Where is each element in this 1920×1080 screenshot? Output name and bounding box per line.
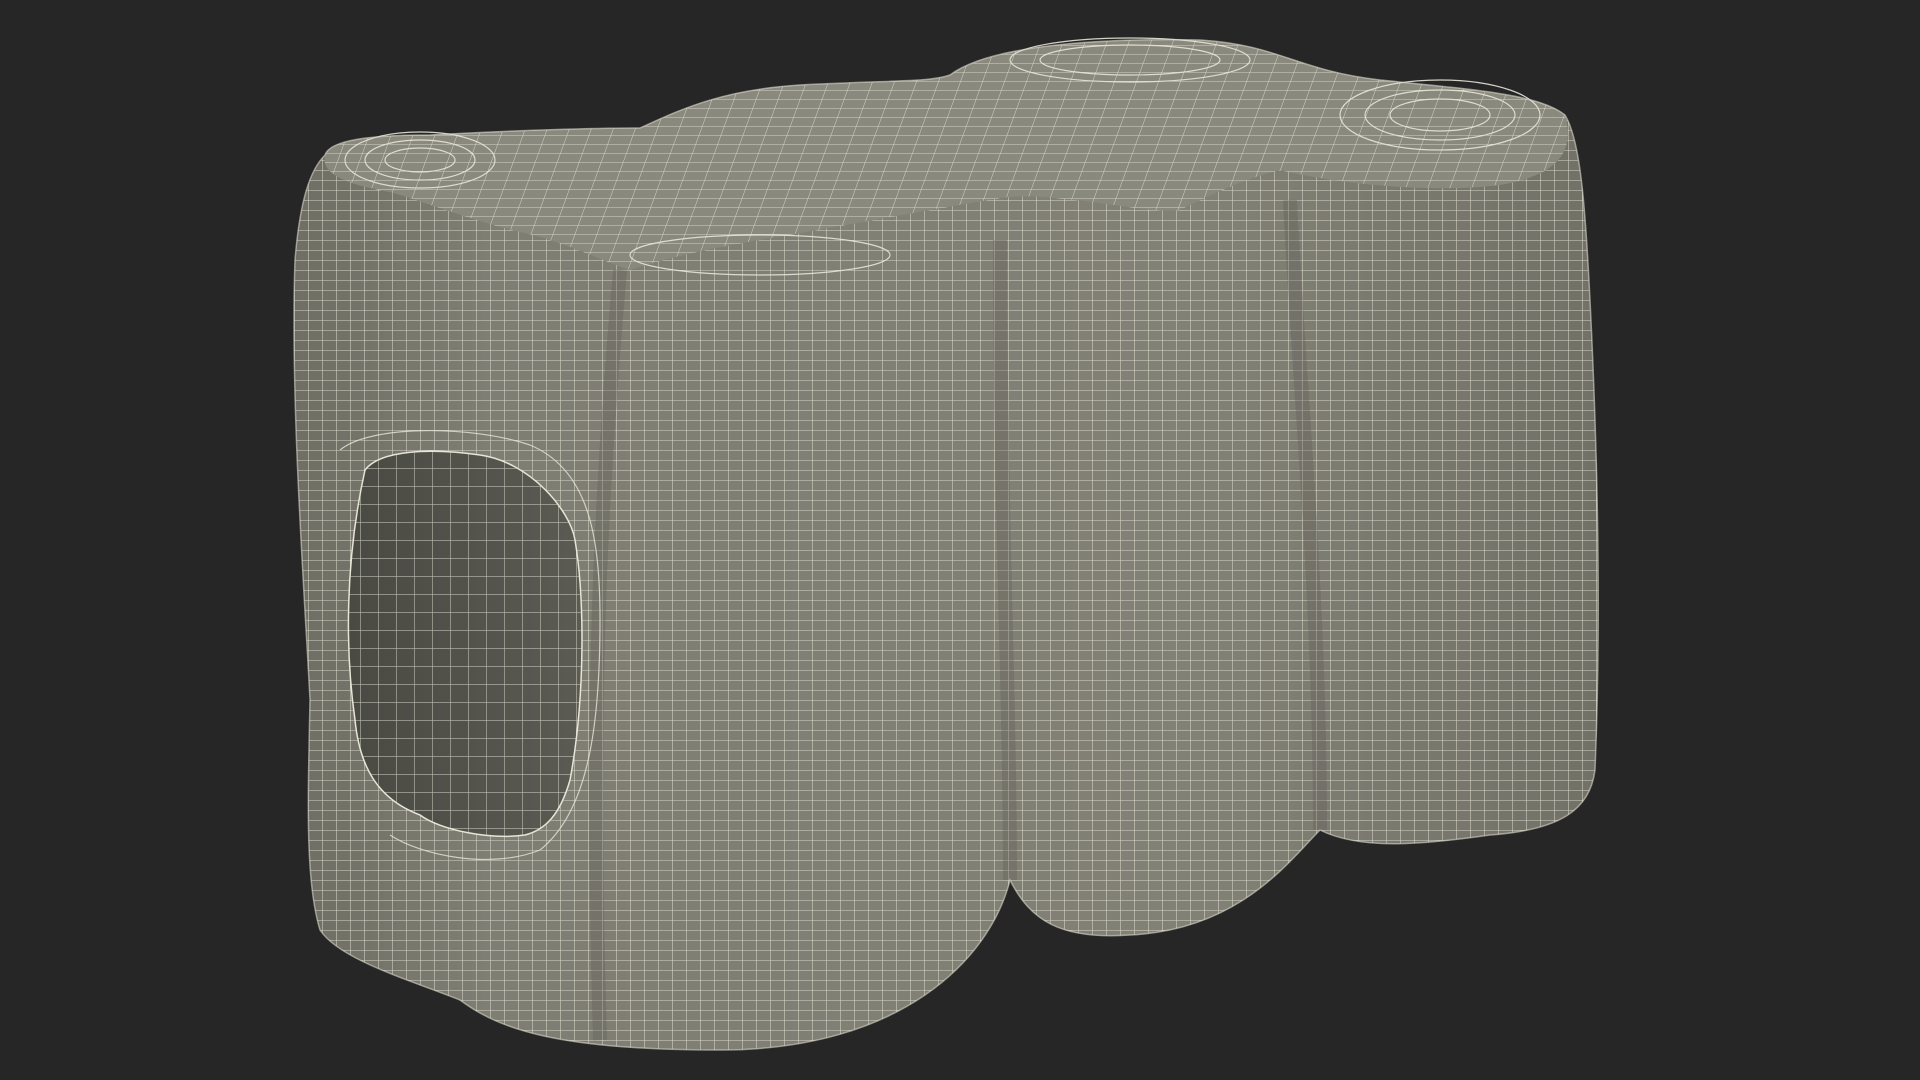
render-viewport bbox=[0, 0, 1920, 1080]
wireframe-model bbox=[293, 37, 1600, 1051]
